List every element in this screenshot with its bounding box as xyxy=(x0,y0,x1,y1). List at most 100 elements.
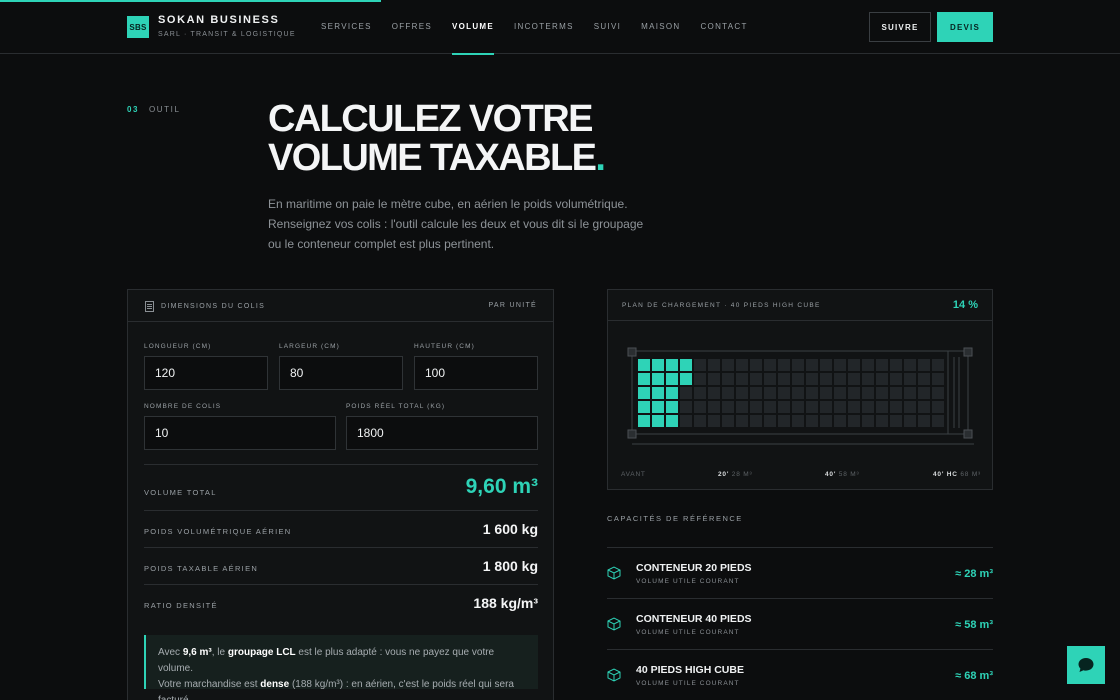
height-input[interactable] xyxy=(414,356,538,390)
count-input[interactable] xyxy=(144,416,336,450)
pallet-cell-empty xyxy=(806,401,818,413)
pallet-cell-empty xyxy=(722,359,734,371)
pallet-cell-empty xyxy=(848,387,860,399)
pallet-cell-empty xyxy=(736,359,748,371)
title-line-2: VOLUME TAXABLE xyxy=(268,137,597,179)
capacity-name: CONTENEUR 20 PIEDS xyxy=(636,562,752,574)
nav-maison[interactable]: MAISON xyxy=(641,0,680,54)
pallet-cell-empty xyxy=(778,373,790,385)
pallet-cell-empty xyxy=(904,401,916,413)
result-value-volumetric-weight: 1 600 kg xyxy=(482,521,538,537)
capacity-sub: VOLUME UTILE COURANT xyxy=(636,629,740,636)
pallet-cell-empty xyxy=(876,401,888,413)
pallet-cell-empty xyxy=(806,415,818,427)
pallet-cell-empty xyxy=(904,373,916,385)
pallet-cell-empty xyxy=(806,359,818,371)
pallet-cell-empty xyxy=(694,373,706,385)
container-icon xyxy=(607,617,621,631)
nav-contact[interactable]: CONTACT xyxy=(700,0,747,54)
pallet-cell-empty xyxy=(694,401,706,413)
pallet-cell-filled xyxy=(652,373,664,385)
nav-incoterms[interactable]: INCOTERMS xyxy=(514,0,574,54)
section-number: 03 xyxy=(127,105,140,114)
follow-button[interactable]: SUIVRE xyxy=(869,12,931,42)
loading-plan-header: PLAN DE CHARGEMENT · 40 PIEDS HIGH CUBE … xyxy=(608,290,992,321)
result-label: RATIO DENSITÉ xyxy=(144,601,218,610)
nav-suivi[interactable]: SUIVI xyxy=(594,0,621,54)
pallet-cell-empty xyxy=(806,373,818,385)
pallet-cell-filled xyxy=(638,387,650,399)
pallet-cell-empty xyxy=(750,359,762,371)
pallet-cell-empty xyxy=(918,401,930,413)
pallet-cell-filled xyxy=(652,401,664,413)
pallet-cell-empty xyxy=(890,415,902,427)
pallet-cell-empty xyxy=(890,359,902,371)
capacity-volume: ≈ 58 m³ xyxy=(955,619,993,631)
pallet-cell-empty xyxy=(820,359,832,371)
result-label: VOLUME TOTAL xyxy=(144,488,217,497)
pallet-grid xyxy=(638,359,944,427)
site-header: SBS SOKAN BUSINESS SARL · TRANSIT & LOGI… xyxy=(0,0,1120,55)
pallet-cell-filled xyxy=(638,415,650,427)
result-value-taxable-weight: 1 800 kg xyxy=(482,558,538,574)
pallet-cell-empty xyxy=(694,359,706,371)
nav-offres[interactable]: OFFRES xyxy=(392,0,432,54)
nav-services[interactable]: SERVICES xyxy=(321,0,372,54)
quote-button[interactable]: DEVIS xyxy=(937,12,993,42)
pallet-cell-empty xyxy=(764,401,776,413)
width-input[interactable] xyxy=(279,356,403,390)
length-input[interactable] xyxy=(144,356,268,390)
document-icon xyxy=(145,301,154,312)
pallet-cell-empty xyxy=(876,415,888,427)
pallet-cell-filled xyxy=(666,373,678,385)
section-label: OUTIL xyxy=(148,105,181,114)
pallet-cell-filled xyxy=(652,387,664,399)
pallet-cell-filled xyxy=(666,401,678,413)
count-label: NOMBRE DE COLIS xyxy=(144,403,222,410)
capacity-name: 40 PIEDS HIGH CUBE xyxy=(636,664,744,676)
capacity-volume: ≈ 68 m³ xyxy=(955,670,993,682)
weight-label: POIDS RÉEL TOTAL (KG) xyxy=(346,403,446,410)
pallet-cell-empty xyxy=(876,387,888,399)
pallet-cell-empty xyxy=(862,359,874,371)
page-title: CALCULEZ VOTRE VOLUME TAXABLE. xyxy=(268,98,606,179)
marker-20ft: 20' 28 M³ xyxy=(718,471,753,478)
section-index: 03 OUTIL xyxy=(127,105,181,114)
pallet-cell-empty xyxy=(708,401,720,413)
pallet-cell-empty xyxy=(890,373,902,385)
loading-plan-footer: AVANT 20' 28 M³ 40' 58 M³ 40' HC 68 M³ xyxy=(608,471,994,483)
pallet-cell-filled xyxy=(680,373,692,385)
logo[interactable]: SBS xyxy=(127,16,149,38)
weight-input[interactable] xyxy=(346,416,538,450)
title-accent-dot: . xyxy=(595,137,606,179)
chat-button[interactable] xyxy=(1067,646,1105,684)
pallet-cell-empty xyxy=(820,387,832,399)
height-label: HAUTEUR (CM) xyxy=(414,343,475,350)
pallet-cell-empty xyxy=(820,401,832,413)
pallet-cell-empty xyxy=(778,401,790,413)
pallet-cell-empty xyxy=(848,359,860,371)
pallet-cell-empty xyxy=(722,401,734,413)
result-row-volumetric-weight: POIDS VOLUMÉTRIQUE AÉRIEN 1 600 kg xyxy=(144,510,538,547)
pallet-cell-empty xyxy=(778,415,790,427)
pallet-cell-empty xyxy=(932,401,944,413)
title-line-1: CALCULEZ VOTRE xyxy=(268,98,593,140)
brand-name: SOKAN BUSINESS xyxy=(158,14,280,26)
front-label: AVANT xyxy=(621,471,646,478)
result-label: POIDS TAXABLE AÉRIEN xyxy=(144,564,259,573)
pallet-cell-empty xyxy=(820,415,832,427)
pallet-cell-empty xyxy=(708,415,720,427)
unit-mode-toggle[interactable]: PAR UNITÉ xyxy=(488,302,537,309)
pallet-cell-empty xyxy=(862,401,874,413)
capacities-title: CAPACITÉS DE RÉFÉRENCE xyxy=(607,514,743,523)
pallet-cell-empty xyxy=(722,387,734,399)
pallet-cell-empty xyxy=(918,387,930,399)
capacity-volume: ≈ 28 m³ xyxy=(955,568,993,580)
pallet-cell-empty xyxy=(876,373,888,385)
pallet-cell-empty xyxy=(680,401,692,413)
nav-volume[interactable]: VOLUME xyxy=(451,0,495,55)
calculator-panel: DIMENSIONS DU COLIS PAR UNITÉ LONGUEUR (… xyxy=(127,289,554,700)
pallet-cell-empty xyxy=(834,359,846,371)
pallet-cell-empty xyxy=(750,415,762,427)
pallet-cell-empty xyxy=(918,373,930,385)
